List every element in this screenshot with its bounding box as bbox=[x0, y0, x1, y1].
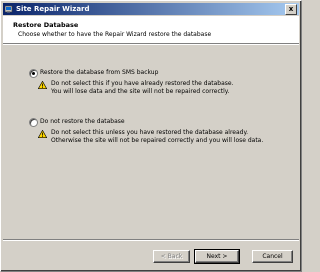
restore-warning-line-2: You will lose data and the site will not… bbox=[51, 88, 230, 95]
do-not-restore-warning-line-1: Do not select this unless you have resto… bbox=[51, 129, 249, 136]
restore-from-backup-label[interactable]: Restore the database from SMS backup bbox=[40, 69, 158, 76]
title-bar[interactable]: Site Repair Wizard x bbox=[3, 3, 299, 15]
do-not-restore-label[interactable]: Do not restore the database bbox=[40, 118, 125, 125]
page-title: Restore Database bbox=[13, 21, 79, 29]
warning-icon bbox=[38, 130, 47, 138]
cancel-button[interactable]: Cancel bbox=[252, 250, 293, 263]
do-not-restore-warning-line-2: Otherwise the site will not be repaired … bbox=[51, 137, 264, 144]
header-divider bbox=[3, 43, 299, 45]
back-button[interactable]: < Back bbox=[153, 250, 190, 263]
wizard-header: Restore Database Choose whether to have … bbox=[3, 16, 299, 43]
do-not-restore-radio[interactable] bbox=[29, 118, 38, 127]
wizard-icon bbox=[5, 5, 13, 13]
restore-from-backup-radio[interactable] bbox=[29, 69, 38, 78]
window-title: Site Repair Wizard bbox=[16, 5, 90, 13]
next-button[interactable]: Next > bbox=[194, 249, 240, 264]
restore-warning-line-1: Do not select this if you have already r… bbox=[51, 80, 234, 87]
close-icon: x bbox=[288, 5, 294, 13]
radio-selected-dot bbox=[32, 72, 35, 75]
site-repair-wizard-window: Site Repair Wizard x Restore Database Ch… bbox=[0, 0, 302, 272]
close-button[interactable]: x bbox=[285, 4, 297, 15]
warning-icon bbox=[38, 81, 47, 89]
page-subtitle: Choose whether to have the Repair Wizard… bbox=[18, 31, 212, 38]
footer-divider bbox=[3, 239, 299, 241]
